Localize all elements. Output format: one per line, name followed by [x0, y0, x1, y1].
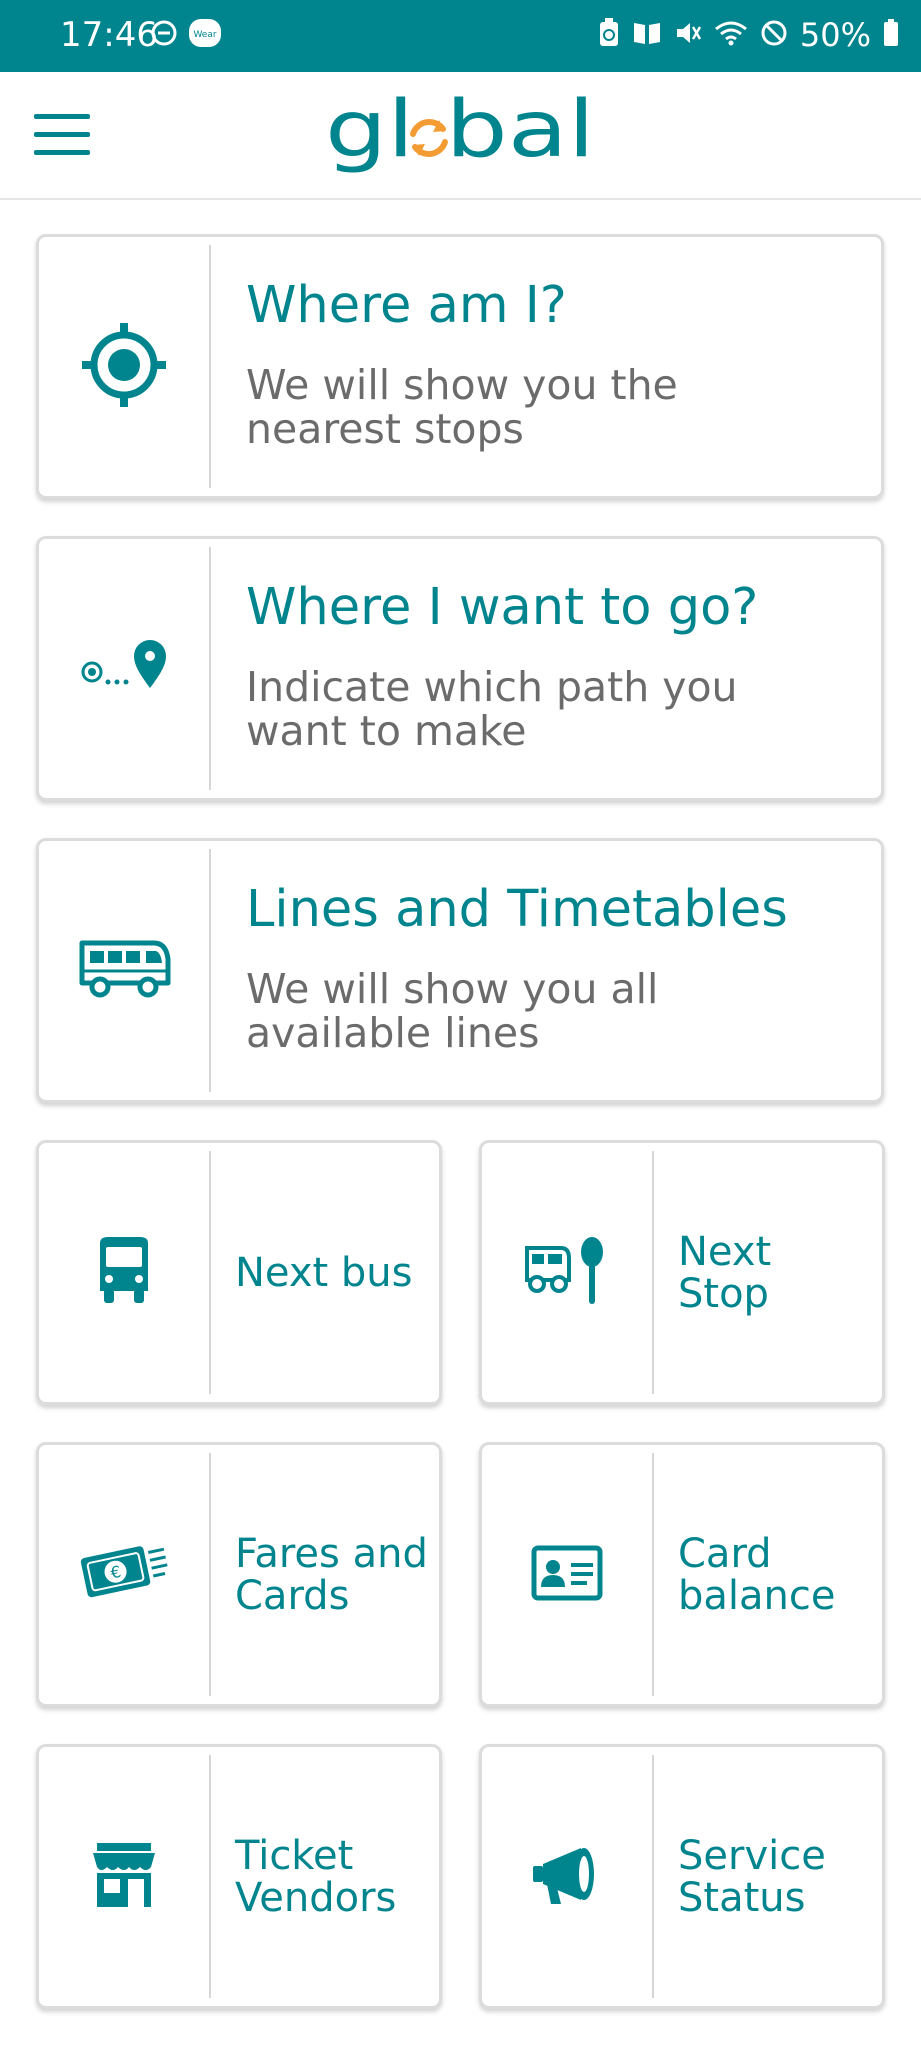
location-target-icon	[79, 320, 169, 414]
svg-text:gl bal: gl bal	[325, 86, 595, 175]
card-label: Card balance	[678, 1530, 836, 1619]
card-description: We will show you all available lines	[246, 965, 659, 1057]
card-title: Where am I?	[246, 276, 567, 335]
card-label: Next bus	[235, 1249, 413, 1296]
status-time: 17:46	[60, 15, 158, 55]
card-where-am-i[interactable]: Where am I? We will show you the nearest…	[36, 234, 884, 499]
blocked-icon	[760, 19, 788, 51]
mute-icon	[674, 19, 702, 51]
card-title: Where I want to go?	[246, 578, 759, 637]
svg-text:Wear: Wear	[193, 30, 216, 40]
card-ticket-vendors[interactable]: Ticket Vendors	[36, 1744, 442, 2009]
card-service-status[interactable]: Service Status	[479, 1744, 885, 2009]
wear-app-icon: Wear	[188, 18, 222, 52]
card-label: Fares and Cards	[235, 1530, 428, 1619]
app-bar: gl bal	[0, 72, 921, 200]
card-next-bus[interactable]: Next bus	[36, 1140, 442, 1405]
shop-icon	[91, 1841, 157, 1913]
battery-percent: 50%	[799, 16, 871, 54]
battery-icon	[883, 19, 899, 51]
hamburger-menu-icon[interactable]	[34, 114, 90, 158]
card-description: Indicate which path you want to make	[246, 663, 738, 755]
route-pin-icon	[74, 632, 174, 706]
id-card-icon	[531, 1545, 603, 1605]
reading-mode-icon	[632, 20, 662, 50]
card-lines-and-timetables[interactable]: Lines and Timetables We will show you al…	[36, 838, 884, 1103]
wifi-icon	[714, 19, 748, 51]
card-label: Next Stop	[678, 1228, 772, 1317]
euro-banknote-icon: €	[76, 1538, 172, 1612]
battery-saver-icon	[598, 18, 620, 52]
card-description: We will show you the nearest stops	[246, 361, 678, 453]
coach-bus-icon	[76, 937, 172, 1005]
card-label: Service Status	[678, 1832, 826, 1921]
card-card-balance[interactable]: Card balance	[479, 1442, 885, 1707]
status-bar: 17:46 Wear 50%	[0, 0, 921, 72]
global-logo: gl bal	[325, 85, 605, 186]
card-label: Ticket Vendors	[235, 1832, 397, 1921]
bus-front-icon	[92, 1235, 156, 1311]
megaphone-icon	[529, 1844, 605, 1910]
do-not-disturb-icon	[150, 19, 178, 51]
card-next-stop[interactable]: Next Stop	[479, 1140, 885, 1405]
card-title: Lines and Timetables	[246, 880, 788, 939]
bus-stop-icon	[521, 1236, 613, 1310]
card-fares-and-cards[interactable]: € Fares and Cards	[36, 1442, 442, 1707]
card-where-i-want-to-go[interactable]: Where I want to go? Indicate which path …	[36, 536, 884, 801]
